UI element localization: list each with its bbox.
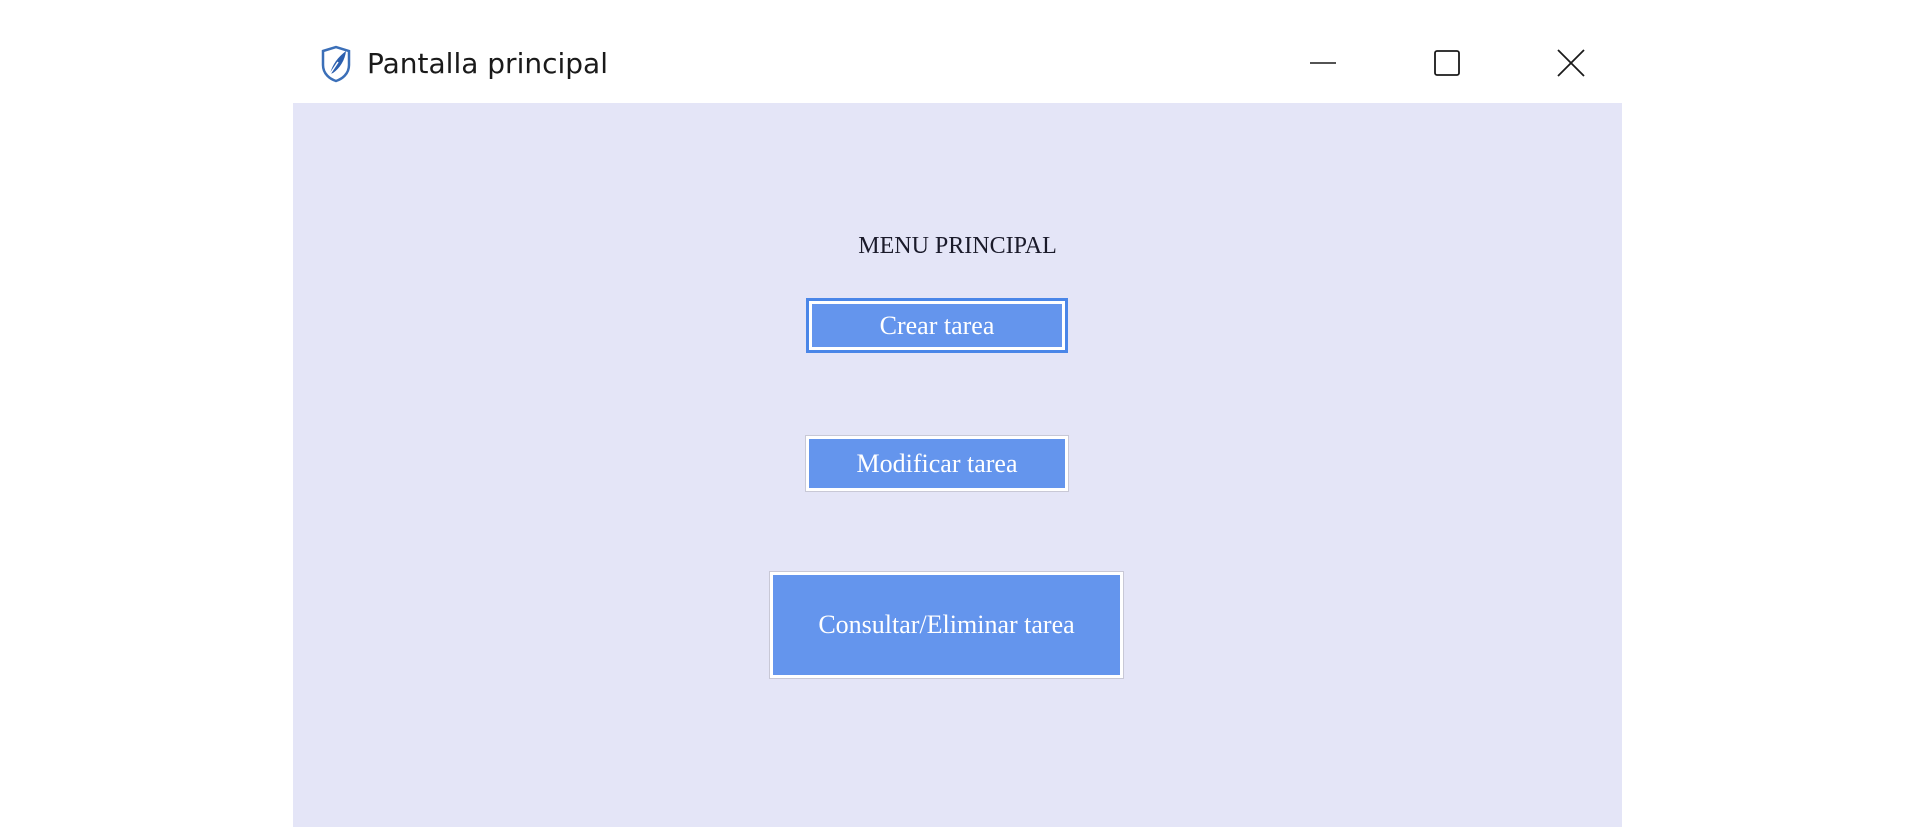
modificar-tarea-label: Modificar tarea [856,448,1018,478]
close-icon [1556,48,1586,83]
minimize-icon [1309,49,1337,82]
window-title: Pantalla principal [367,47,608,80]
maximize-button[interactable] [1417,40,1477,90]
consultar-eliminar-tarea-label: Consultar/Eliminar tarea [818,610,1075,639]
shield-feather-icon [318,45,354,83]
main-panel: MENU PRINCIPAL Crear tarea Modificar tar… [293,103,1622,827]
crear-tarea-label: Crear tarea [879,310,995,340]
menu-heading: MENU PRINCIPAL [858,233,1057,259]
modificar-tarea-button[interactable]: Modificar tarea [806,436,1068,491]
close-button[interactable] [1541,40,1601,90]
maximize-icon [1433,49,1461,82]
app-window: Pantalla principal MENU PRINCIPAL Crear … [293,28,1622,827]
title-bar[interactable]: Pantalla principal [293,28,1622,103]
consultar-eliminar-tarea-button[interactable]: Consultar/Eliminar tarea [770,572,1123,678]
minimize-button[interactable] [1293,40,1353,90]
crear-tarea-button[interactable]: Crear tarea [806,298,1068,353]
